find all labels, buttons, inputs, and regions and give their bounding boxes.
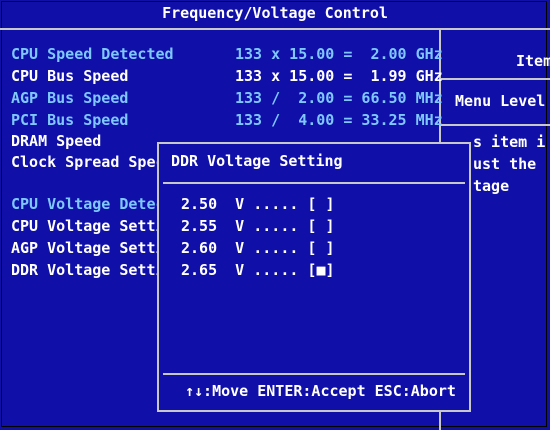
setting-label: AGP Voltage Setti bbox=[11, 239, 165, 257]
voltage-option-selected[interactable]: 2.65 V ..... [■] bbox=[181, 259, 335, 281]
setting-label: PCI Bus Speed bbox=[11, 111, 129, 129]
setting-label: DDR Voltage Setti bbox=[11, 261, 165, 279]
dialog-title-divider bbox=[163, 182, 465, 184]
page-title: Frequency/Voltage Control bbox=[162, 4, 388, 22]
setting-label: CPU Voltage Setti bbox=[11, 217, 165, 235]
setting-row[interactable]: CPU Speed Detected 133 x 15.00 = 2.00 GHz bbox=[11, 44, 443, 64]
help-menu-level: Menu Level bbox=[455, 92, 546, 110]
setting-row[interactable]: PCI Bus Speed 133 / 4.00 = 33.25 MHz bbox=[11, 110, 443, 130]
help-title: Item bbox=[516, 52, 550, 70]
dialog-title: DDR Voltage Setting bbox=[171, 152, 343, 170]
header-divider bbox=[0, 28, 550, 30]
help-line-3: tage bbox=[473, 177, 510, 195]
voltage-option[interactable]: 2.55 V ..... [ ] bbox=[181, 215, 335, 237]
header-bar: Frequency/Voltage Control bbox=[0, 0, 550, 28]
setting-value: 133 x 15.00 = 1.99 GHz bbox=[235, 67, 443, 85]
setting-row[interactable]: AGP Bus Speed 133 / 2.00 = 66.50 MHz bbox=[11, 88, 443, 108]
setting-value: 133 / 4.00 = 33.25 MHz bbox=[235, 111, 443, 129]
setting-value: 133 x 15.00 = 2.00 GHz bbox=[235, 45, 443, 63]
setting-label: CPU Voltage Detec bbox=[11, 195, 165, 213]
voltage-option[interactable]: 2.50 V ..... [ ] bbox=[181, 193, 335, 215]
setting-label: Clock Spread Spec bbox=[11, 153, 165, 171]
ddr-voltage-dialog: DDR Voltage Setting 2.50 V ..... [ ] 2.55… bbox=[157, 142, 471, 412]
setting-row[interactable]: CPU Bus Speed 133 x 15.00 = 1.99 GHz bbox=[11, 66, 443, 86]
setting-label: CPU Speed Detected bbox=[11, 45, 174, 63]
help-title-divider bbox=[441, 78, 550, 80]
dialog-key-hints: ↑↓:Move ENTER:Accept ESC:Abort bbox=[185, 382, 456, 400]
help-line-1: s item i bbox=[473, 133, 546, 151]
dialog-footer-divider bbox=[163, 373, 465, 375]
help-line-2: ust the bbox=[473, 155, 537, 173]
setting-value: 133 / 2.00 = 66.50 MHz bbox=[235, 89, 443, 107]
setting-label: DRAM Speed bbox=[11, 132, 102, 150]
setting-label: AGP Bus Speed bbox=[11, 89, 129, 107]
setting-label: CPU Bus Speed bbox=[11, 67, 129, 85]
voltage-option[interactable]: 2.60 V ..... [ ] bbox=[181, 237, 335, 259]
help-level-divider bbox=[441, 124, 550, 126]
